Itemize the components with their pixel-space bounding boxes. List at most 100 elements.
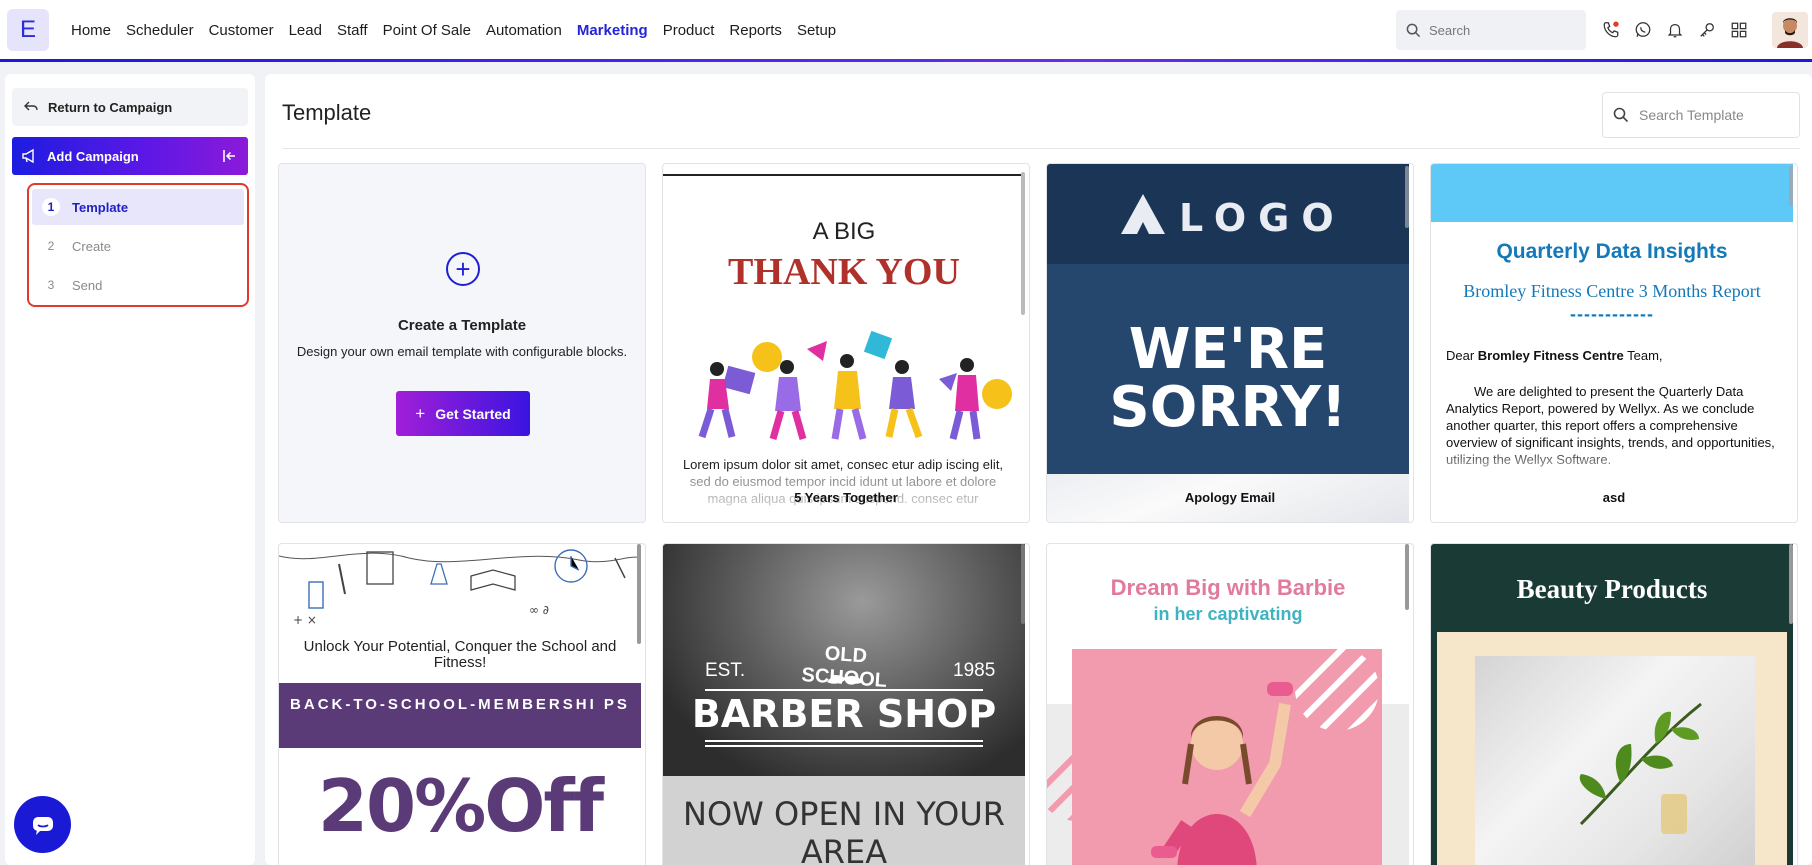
- card-scrollbar[interactable]: [1021, 172, 1025, 315]
- header-actions: [1600, 19, 1750, 41]
- card-scrollbar[interactable]: [1789, 166, 1793, 206]
- app-logo[interactable]: E: [7, 9, 49, 51]
- thank-you-small-heading: A BIG: [812, 218, 876, 245]
- sorry-headline-1: WE'RE: [1128, 317, 1328, 382]
- greeting-suffix: Team,: [1623, 348, 1663, 363]
- whatsapp-icon[interactable]: [1632, 19, 1654, 41]
- card-scrollbar[interactable]: [1789, 544, 1793, 624]
- global-search[interactable]: [1396, 10, 1586, 50]
- key-icon[interactable]: [1696, 19, 1718, 41]
- card-scrollbar[interactable]: [637, 544, 641, 644]
- sorry-headline-2: SORRY!: [1109, 375, 1347, 440]
- template-card-beauty[interactable]: Beauty Products: [1430, 543, 1798, 865]
- nav-product[interactable]: Product: [663, 22, 715, 39]
- template-name: 5 Years Together: [794, 490, 898, 505]
- barbie-stripes-2: [1047, 737, 1119, 821]
- template-name: asd: [1602, 490, 1626, 505]
- school-doodles-illustration: + × ∞ ∂: [279, 549, 641, 627]
- top-navbar: E Home Scheduler Customer Lead Staff Poi…: [0, 0, 1812, 62]
- step-number: 3: [47, 278, 55, 292]
- step-number: 1: [42, 198, 60, 216]
- create-template-description: Design your own email template with conf…: [296, 344, 628, 359]
- nav-customer[interactable]: Customer: [209, 22, 274, 39]
- user-avatar[interactable]: [1772, 12, 1808, 48]
- barbie-subtitle: in her captivating: [1153, 604, 1303, 624]
- step-send[interactable]: 3 Send: [32, 267, 244, 303]
- card-scrollbar[interactable]: [1021, 544, 1025, 624]
- step-create[interactable]: 2 Create: [32, 228, 244, 264]
- girl-illustration: [1151, 682, 1293, 865]
- svg-text:∞ ∂: ∞ ∂: [529, 603, 549, 617]
- template-card-barbie[interactable]: Dream Big with Barbie in her captivating: [1046, 543, 1414, 865]
- mustache-icon: [827, 675, 863, 684]
- nav-marketing[interactable]: Marketing: [577, 22, 648, 39]
- return-label: Return to Campaign: [48, 99, 173, 115]
- quarterly-top-band: [1431, 164, 1793, 222]
- nav-reports[interactable]: Reports: [729, 22, 782, 39]
- step-template[interactable]: 1 Template: [32, 189, 244, 225]
- logo-text: LOGO: [1179, 196, 1346, 240]
- plus-icon: +: [446, 252, 480, 286]
- template-card-apology[interactable]: LOGO WE'RE SORRY! Apology Email: [1046, 163, 1414, 523]
- get-started-label: Get Started: [435, 405, 511, 422]
- greeting-company: Bromley Fitness Centre: [1477, 348, 1624, 363]
- step-label: Template: [72, 199, 129, 215]
- app-logo-letter: E: [19, 16, 36, 43]
- template-search[interactable]: [1602, 92, 1800, 138]
- apps-grid-icon[interactable]: [1728, 19, 1750, 41]
- add-campaign-header[interactable]: Add Campaign: [12, 137, 248, 175]
- beauty-green-edge: [1431, 632, 1437, 865]
- nav-automation[interactable]: Automation: [486, 22, 562, 39]
- school-offer: 20%Off: [317, 764, 604, 848]
- quarterly-title: Quarterly Data Insights: [1496, 240, 1728, 263]
- barber-open-text: NOW OPEN IN YOUR AREA: [683, 795, 1005, 865]
- nav-scheduler[interactable]: Scheduler: [126, 22, 194, 39]
- page-title: Template: [282, 100, 372, 125]
- barber-year: 1985: [953, 660, 996, 681]
- card-scrollbar[interactable]: [1405, 544, 1409, 610]
- barber-rule-top: [705, 689, 983, 691]
- nav-staff[interactable]: Staff: [337, 22, 368, 39]
- logo-mark-icon: [1121, 194, 1165, 234]
- global-search-input[interactable]: [1429, 22, 1569, 38]
- barber-rule-bottom: [705, 740, 983, 742]
- nav-lead[interactable]: Lead: [289, 22, 322, 39]
- search-icon: [1613, 107, 1629, 123]
- template-panel: Template + Create a Template Design your…: [265, 74, 1812, 865]
- card-scrollbar[interactable]: [1405, 166, 1409, 228]
- bell-icon[interactable]: [1664, 19, 1686, 41]
- quarterly-dashes: ------------: [1570, 304, 1654, 324]
- barber-brand-main: BARBER SHOP: [691, 692, 997, 736]
- create-template-title: Create a Template: [397, 317, 527, 334]
- body-fade: [1431, 454, 1793, 522]
- barbie-title: Dream Big with Barbie: [1110, 575, 1346, 600]
- megaphone-icon: [22, 148, 34, 164]
- greeting-prefix: Dear: [1446, 348, 1478, 363]
- step-number: 2: [47, 239, 55, 253]
- template-search-input[interactable]: [1639, 107, 1789, 123]
- template-card-quarterly[interactable]: Quarterly Data Insights Bromley Fitness …: [1430, 163, 1798, 523]
- phone-icon[interactable]: [1600, 19, 1622, 41]
- beauty-green-edge-right: [1787, 632, 1793, 865]
- collapse-sidebar-icon[interactable]: [222, 148, 238, 164]
- search-icon: [1406, 23, 1421, 37]
- quarterly-greeting: Dear Bromley Fitness Centre Team,: [1446, 348, 1663, 363]
- step-label: Send: [72, 277, 103, 293]
- nav-point-of-sale[interactable]: Point Of Sale: [383, 22, 471, 39]
- create-template-card: + Create a Template Design your own emai…: [278, 163, 646, 523]
- return-to-campaign-button[interactable]: Return to Campaign: [12, 88, 248, 126]
- get-started-button[interactable]: + Get Started: [396, 391, 530, 436]
- leaf-plant-illustration: [1579, 702, 1702, 834]
- barber-est: EST.: [705, 660, 746, 681]
- school-tagline: Unlock Your Potential, Conquer the Schoo…: [303, 638, 617, 671]
- step-label: Create: [72, 238, 112, 254]
- template-card-back-to-school[interactable]: + × ∞ ∂ Unlock Your Potential, Conquer t…: [278, 543, 646, 865]
- nav-setup[interactable]: Setup: [797, 22, 836, 39]
- school-banner-text: BACK-TO-SCHOOL-MEMBERSHI PS: [290, 696, 630, 713]
- template-card-barber[interactable]: EST. 1985 OLD SCHOOL BARBER SHOP NOW OPE…: [662, 543, 1030, 865]
- back-arrow-icon: [24, 101, 38, 111]
- thank-you-big-heading: THANK YOU: [728, 251, 960, 293]
- template-card-thank-you[interactable]: A BIG THANK YOU Lorem ipsum dolor sit am…: [662, 163, 1030, 523]
- chat-support-button[interactable]: [14, 796, 71, 853]
- nav-home[interactable]: Home: [71, 22, 111, 39]
